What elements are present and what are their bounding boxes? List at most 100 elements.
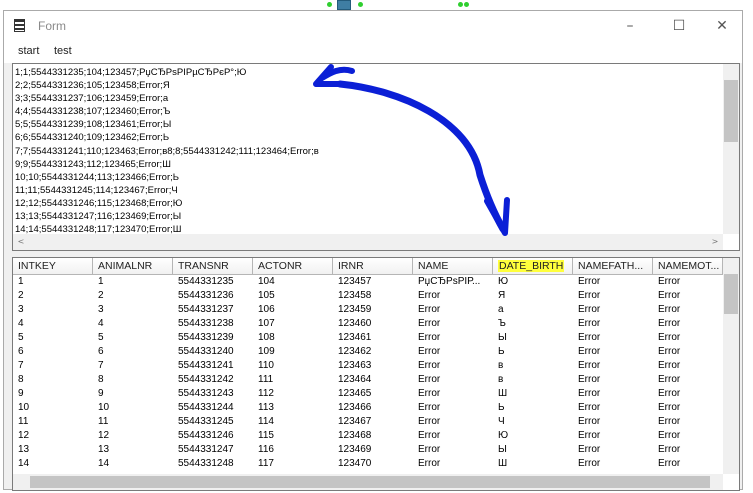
close-button[interactable]: ✕ [702,15,742,37]
table-row[interactable]: 6 6 5544331240 109 123462 Error Ь Error Error [13,345,723,359]
column-header[interactable]: TRANSNR [173,258,253,275]
table-row[interactable]: 12 12 5544331246 115 123468 Error Ю Error Error [13,429,723,443]
grid-vertical-thumb[interactable] [724,274,738,314]
table-cell: 123461 [338,332,372,343]
table-cell: 123463 [338,360,372,371]
grid-horizontal-scrollbar[interactable] [13,474,723,490]
memo-vertical-scrollbar[interactable] [723,64,739,234]
maximize-button[interactable]: ☐ [659,15,699,37]
table-row[interactable]: 2 2 5544331236 105 123458 Error Я Error Error [13,289,723,303]
grid-body: 1 1 5544331235 104 123457 РџСЂРѕРІР... Ю Error E… [13,275,723,471]
table-cell: Error [578,276,601,287]
table-cell: Ъ [498,318,506,329]
table-cell: в [498,374,504,385]
table-row[interactable]: 11 11 5544331245 114 123467 Error Ч Error Error [13,415,723,429]
grid-vertical-scrollbar[interactable] [723,258,739,474]
column-header[interactable]: NAMEFATH... [573,258,653,275]
table-cell: 108 [258,332,275,343]
column-header-label: ANIMALNR [98,260,153,272]
column-header[interactable]: NAMEMOT... [653,258,723,275]
memo-horizontal-scrollbar[interactable]: < > [13,234,723,250]
table-cell: Ш [498,458,508,469]
memo-vertical-thumb[interactable] [724,80,738,142]
column-header[interactable]: IRNR [333,258,413,275]
table-row[interactable]: 3 3 5544331237 106 123459 Error а Error Error [13,303,723,317]
table-cell: Error [418,402,441,413]
table-cell: Error [658,290,681,301]
table-cell: Error [578,318,601,329]
memo-line: 2;2;5544331236;105;123458;Error;Я [15,80,170,92]
menu-item-start[interactable]: start [18,45,39,57]
selection-handle[interactable] [358,2,363,7]
table-cell: 123464 [338,374,372,385]
column-header-label: NAMEFATH... [578,260,644,272]
memo-content: 1;1;5544331235;104;123457;РџСЂРѕРІРµСЂРє… [15,66,720,236]
table-cell: Error [658,346,681,357]
table-cell: 123467 [338,416,372,427]
table-cell: Error [578,360,601,371]
designer-strip [0,0,753,10]
table-row[interactable]: 1 1 5544331235 104 123457 РџСЂРѕРІР... Ю Error E… [13,275,723,289]
app-icon [14,19,25,32]
menu-item-test[interactable]: test [54,45,72,57]
table-cell: 123470 [338,458,372,469]
column-header[interactable]: DATE_BIRTH [493,258,573,275]
table-cell: Error [418,290,441,301]
column-header[interactable]: INTKEY [13,258,93,275]
table-cell: в [498,360,504,371]
scroll-left-arrow-icon[interactable]: < [13,234,29,250]
table-cell: 5544331248 [178,458,234,469]
table-cell: Error [658,374,681,385]
table-cell: Error [578,388,601,399]
column-header[interactable]: ANIMALNR [93,258,173,275]
table-cell: Ы [498,332,507,343]
grid-horizontal-thumb[interactable] [30,476,710,488]
table-cell: Error [418,416,441,427]
scroll-right-arrow-icon[interactable]: > [707,234,723,250]
table-row[interactable]: 7 7 5544331241 110 123463 Error в Error Error [13,359,723,373]
table-cell: Ь [498,346,505,357]
table-cell: 6 [18,346,24,357]
memo-line: 6;6;5544331240;109;123462;Error;Ь [15,132,170,144]
table-cell: 5544331244 [178,402,234,413]
table-cell: 117 [258,458,274,469]
table-cell: 5544331238 [178,318,234,329]
selection-handle[interactable] [464,2,469,7]
table-cell: Error [658,304,681,315]
column-header[interactable]: NAME [413,258,493,275]
table-cell: Error [418,388,441,399]
table-cell: 13 [18,444,30,455]
column-header-label: NAMEMOT... [658,260,720,272]
table-cell: Ю [498,430,509,441]
menu-bar: start test [4,41,742,63]
text-memo[interactable]: 1;1;5544331235;104;123457;РџСЂРѕРІРµСЂРє… [12,63,740,251]
table-cell: Error [418,332,441,343]
table-row[interactable]: 4 4 5544331238 107 123460 Error Ъ Error Error [13,317,723,331]
table-row[interactable]: 5 5 5544331239 108 123461 Error Ы Error Error [13,331,723,345]
table-row[interactable]: 14 14 5544331248 117 123470 Error Ш Error Error [13,457,723,471]
memo-line: 7;7;5544331241;110;123463;Error;в8;8;554… [15,145,319,157]
table-row[interactable]: 13 13 5544331247 116 123469 Error Ы Error Error [13,443,723,457]
selection-handle[interactable] [327,2,332,7]
table-cell: Error [658,430,681,441]
table-cell: Error [418,318,441,329]
table-cell: 10 [18,402,30,413]
table-cell: 12 [98,430,110,441]
table-row[interactable]: 8 8 5544331242 111 123464 Error в Error Error [13,373,723,387]
table-cell: 113 [258,402,274,413]
table-cell: Error [658,416,681,427]
table-cell: 123466 [338,402,372,413]
table-cell: Error [578,458,601,469]
table-cell: 8 [18,374,24,385]
table-cell: 5 [18,332,24,343]
column-header[interactable]: ACTONR [253,258,333,275]
table-cell: Error [578,416,601,427]
table-row[interactable]: 10 10 5544331244 113 123466 Error Ь Error Error [13,401,723,415]
table-row[interactable]: 9 9 5544331243 112 123465 Error Ш Error Error [13,387,723,401]
table-cell: 5544331237 [178,304,234,315]
data-grid[interactable]: INTKEY ANIMALNR TRANSNR ACTONR IRNR NAME DATE_… [12,257,740,491]
table-cell: Ы [498,444,507,455]
minimize-button[interactable]: – [610,15,650,37]
selection-handle[interactable] [458,2,463,7]
column-header-label: NAME [418,260,449,272]
